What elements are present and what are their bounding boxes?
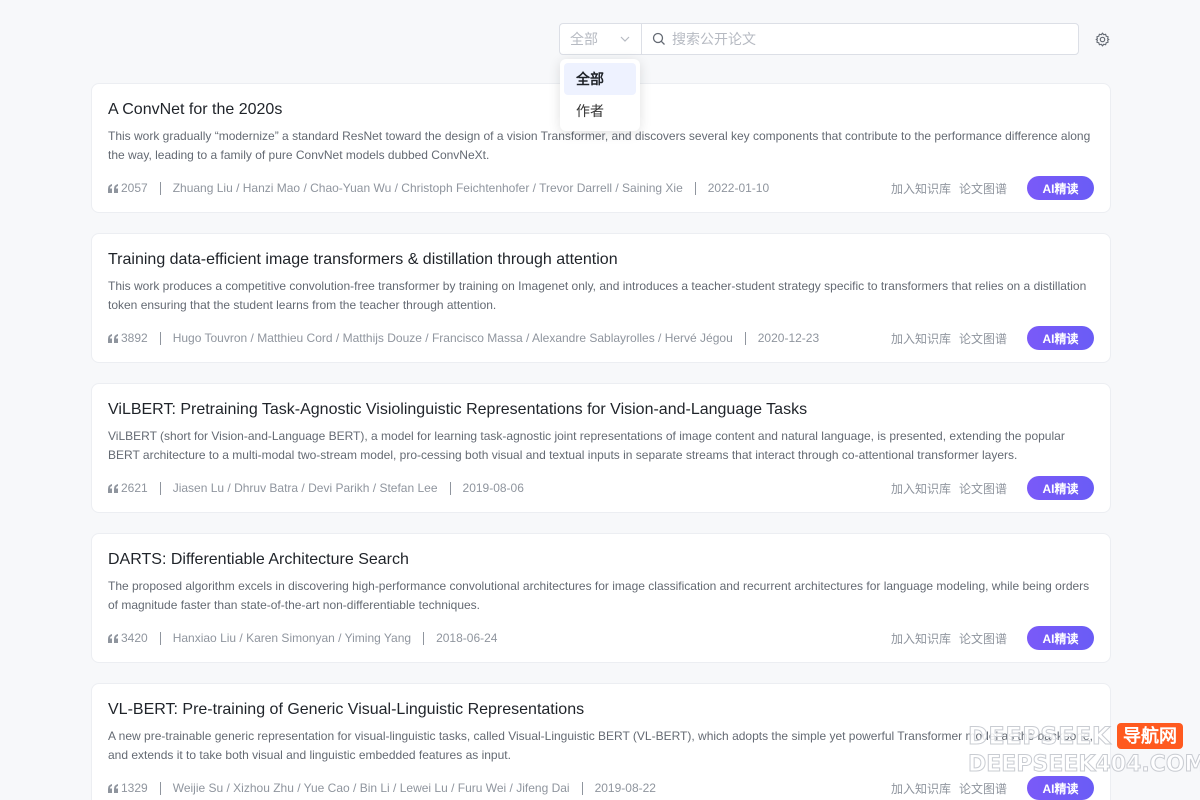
paper-authors: Jiasen Lu / Dhruv Batra / Devi Parikh / … bbox=[172, 481, 438, 495]
divider bbox=[694, 181, 696, 195]
dropdown-option-author[interactable]: 作者 bbox=[564, 95, 636, 127]
divider bbox=[159, 631, 161, 645]
quote-icon bbox=[108, 483, 118, 493]
paper-meta: 1329 Weijie Su / Xizhou Zhu / Yue Cao / … bbox=[108, 776, 1094, 800]
citation-count: 1329 bbox=[108, 781, 148, 795]
search-scope-dropdown: 全部 作者 bbox=[560, 59, 640, 131]
paper-card: Training data-efficient image transforme… bbox=[91, 233, 1111, 363]
paper-title[interactable]: VL-BERT: Pre-training of Generic Visual-… bbox=[108, 699, 1094, 721]
paper-actions: 加入知识库 论文图谱 AI精读 bbox=[891, 626, 1094, 650]
paper-authors: Weijie Su / Xizhou Zhu / Yue Cao / Bin L… bbox=[172, 781, 570, 795]
paper-meta: 3892 Hugo Touvron / Matthieu Cord / Matt… bbox=[108, 326, 1094, 350]
citation-count: 3892 bbox=[108, 331, 148, 345]
paper-meta: 3420 Hanxiao Liu / Karen Simonyan / Yimi… bbox=[108, 626, 1094, 650]
divider bbox=[449, 481, 451, 495]
paper-actions: 加入知识库 论文图谱 AI精读 bbox=[891, 326, 1094, 350]
paper-card: ViLBERT: Pretraining Task-Agnostic Visio… bbox=[91, 383, 1111, 513]
add-to-knowledge-base-button[interactable]: 加入知识库 bbox=[891, 780, 951, 797]
citation-value: 3892 bbox=[121, 331, 148, 345]
paper-meta: 2057 Zhuang Liu / Hanzi Mao / Chao-Yuan … bbox=[108, 176, 1094, 200]
search-input[interactable] bbox=[672, 31, 1068, 47]
quote-icon bbox=[108, 183, 118, 193]
paper-graph-button[interactable]: 论文图谱 bbox=[959, 480, 1007, 497]
paper-title[interactable]: DARTS: Differentiable Architecture Searc… bbox=[108, 549, 1094, 571]
dropdown-option-all[interactable]: 全部 bbox=[564, 63, 636, 95]
citation-count: 3420 bbox=[108, 631, 148, 645]
paper-abstract: A new pre-trainable generic representati… bbox=[108, 729, 1093, 762]
paper-date: 2019-08-22 bbox=[594, 781, 656, 795]
paper-actions: 加入知识库 论文图谱 AI精读 bbox=[891, 776, 1094, 800]
paper-graph-button[interactable]: 论文图谱 bbox=[959, 330, 1007, 347]
ai-read-button[interactable]: AI精读 bbox=[1027, 626, 1094, 650]
settings-icon[interactable] bbox=[1094, 31, 1111, 48]
paper-actions: 加入知识库 论文图谱 AI精读 bbox=[891, 476, 1094, 500]
ai-read-button[interactable]: AI精读 bbox=[1027, 476, 1094, 500]
add-to-knowledge-base-button[interactable]: 加入知识库 bbox=[891, 630, 951, 647]
search-box bbox=[641, 23, 1079, 55]
citation-value: 2621 bbox=[121, 481, 148, 495]
watermark-brand: DEEPSEEK bbox=[968, 722, 1111, 751]
paper-title[interactable]: Training data-efficient image transforme… bbox=[108, 249, 1094, 271]
paper-graph-button[interactable]: 论文图谱 bbox=[959, 180, 1007, 197]
divider bbox=[423, 631, 425, 645]
paper-meta: 2621 Jiasen Lu / Dhruv Batra / Devi Pari… bbox=[108, 476, 1094, 500]
search-scope-select[interactable]: 全部 bbox=[559, 23, 641, 55]
divider bbox=[159, 181, 161, 195]
paper-authors: Zhuang Liu / Hanzi Mao / Chao-Yuan Wu / … bbox=[172, 181, 683, 195]
paper-date: 2022-01-10 bbox=[707, 181, 770, 195]
paper-abstract: ViLBERT (short for Vision-and-Language B… bbox=[108, 429, 1065, 462]
add-to-knowledge-base-button[interactable]: 加入知识库 bbox=[891, 180, 951, 197]
citation-value: 2057 bbox=[121, 181, 148, 195]
watermark-line1: DEEPSEEK 导航网 bbox=[968, 722, 1200, 751]
paper-card: DARTS: Differentiable Architecture Searc… bbox=[91, 533, 1111, 663]
add-to-knowledge-base-button[interactable]: 加入知识库 bbox=[891, 480, 951, 497]
chevron-down-icon bbox=[620, 36, 630, 42]
citation-value: 1329 bbox=[121, 781, 148, 795]
divider bbox=[159, 781, 161, 795]
citation-count: 2621 bbox=[108, 481, 148, 495]
watermark-badge: 导航网 bbox=[1116, 723, 1183, 749]
paper-abstract: This work gradually “modernize” a standa… bbox=[108, 129, 1091, 162]
citation-value: 3420 bbox=[121, 631, 148, 645]
paper-graph-button[interactable]: 论文图谱 bbox=[959, 630, 1007, 647]
ai-read-button[interactable]: AI精读 bbox=[1027, 326, 1094, 350]
watermark-domain: DEEPSEEK404.COM bbox=[967, 752, 1200, 778]
paper-abstract: This work produces a competitive convolu… bbox=[108, 279, 1087, 312]
divider bbox=[581, 781, 583, 795]
paper-authors: Hanxiao Liu / Karen Simonyan / Yiming Ya… bbox=[172, 631, 412, 645]
paper-title[interactable]: ViLBERT: Pretraining Task-Agnostic Visio… bbox=[108, 399, 1094, 421]
paper-date: 2019-08-06 bbox=[462, 481, 524, 495]
divider bbox=[159, 331, 161, 345]
search-icon bbox=[652, 32, 665, 45]
search-bar: 全部 bbox=[559, 23, 1079, 55]
paper-date: 2018-06-24 bbox=[436, 631, 498, 645]
citation-count: 2057 bbox=[108, 181, 148, 195]
paper-date: 2020-12-23 bbox=[757, 331, 820, 345]
quote-icon bbox=[108, 333, 118, 343]
add-to-knowledge-base-button[interactable]: 加入知识库 bbox=[891, 330, 951, 347]
paper-abstract: The proposed algorithm excels in discove… bbox=[108, 579, 1090, 612]
paper-card: VL-BERT: Pre-training of Generic Visual-… bbox=[91, 683, 1111, 800]
quote-icon bbox=[108, 633, 118, 643]
search-scope-value: 全部 bbox=[570, 31, 598, 47]
ai-read-button[interactable]: AI精读 bbox=[1027, 176, 1094, 200]
paper-graph-button[interactable]: 论文图谱 bbox=[959, 780, 1007, 797]
paper-actions: 加入知识库 论文图谱 AI精读 bbox=[891, 176, 1094, 200]
paper-authors: Hugo Touvron / Matthieu Cord / Matthijs … bbox=[172, 331, 733, 345]
watermark: DEEPSEEK 导航网 DEEPSEEK404.COM bbox=[967, 722, 1200, 778]
divider bbox=[159, 481, 161, 495]
paper-list: A ConvNet for the 2020s This work gradua… bbox=[91, 83, 1111, 800]
quote-icon bbox=[108, 783, 118, 793]
ai-read-button[interactable]: AI精读 bbox=[1027, 776, 1094, 800]
divider bbox=[744, 331, 746, 345]
